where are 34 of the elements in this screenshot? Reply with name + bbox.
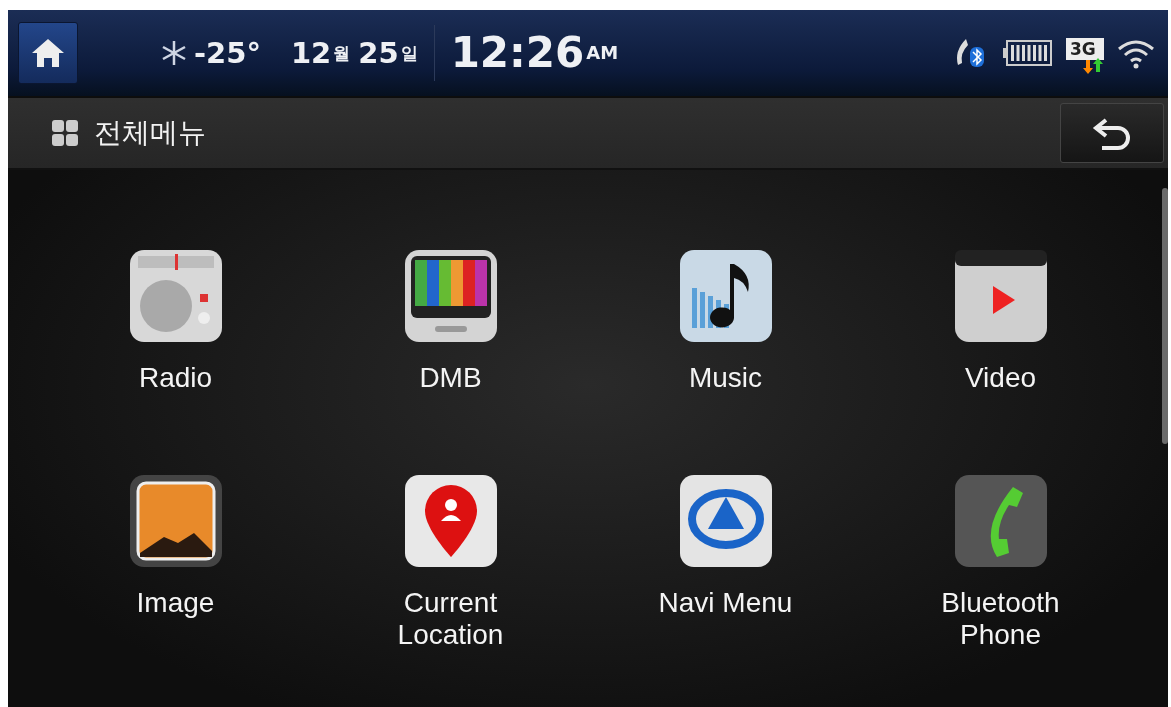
menu-item[interactable]: Music — [588, 248, 863, 394]
up-down-arrows-icon — [1082, 58, 1104, 74]
meridiem-text: AM — [586, 44, 619, 62]
month-text: 12 — [290, 38, 332, 68]
wifi-icon — [1116, 37, 1156, 69]
menu-item[interactable]: Video — [863, 248, 1138, 394]
temperature-text: -25° — [194, 38, 261, 68]
phone-handset-icon — [952, 473, 1049, 569]
radio-icon — [127, 248, 224, 344]
home-button[interactable] — [18, 22, 78, 84]
back-button[interactable] — [1060, 103, 1164, 163]
menu-item[interactable]: Image — [38, 473, 313, 619]
tv-icon — [402, 248, 499, 344]
day-text: 25 — [358, 38, 399, 68]
back-arrow-icon — [1092, 116, 1132, 150]
battery-icon — [1002, 38, 1052, 68]
menu-item[interactable]: Current Location — [313, 473, 588, 651]
network-type-badge: 3G — [1066, 38, 1104, 60]
video-clapper-icon — [952, 248, 1049, 344]
map-pin-icon — [402, 473, 499, 569]
month-unit-text: 월 — [333, 44, 351, 62]
menu-item[interactable]: Radio — [38, 248, 313, 394]
page-title: 전체메뉴 — [94, 115, 206, 151]
menu-item[interactable]: Bluetooth Phone — [863, 473, 1138, 651]
music-note-icon — [677, 248, 774, 344]
snowflake-icon — [160, 39, 188, 67]
grid-menu-icon — [52, 120, 78, 146]
home-icon — [31, 37, 65, 69]
menu-item[interactable]: Navi Menu — [588, 473, 863, 619]
picture-icon — [127, 473, 224, 569]
menu-item[interactable]: DMB — [313, 248, 588, 394]
clock-time: 12:26 — [450, 32, 585, 74]
day-unit-text: 일 — [400, 44, 418, 62]
scrollbar[interactable] — [1162, 188, 1168, 444]
